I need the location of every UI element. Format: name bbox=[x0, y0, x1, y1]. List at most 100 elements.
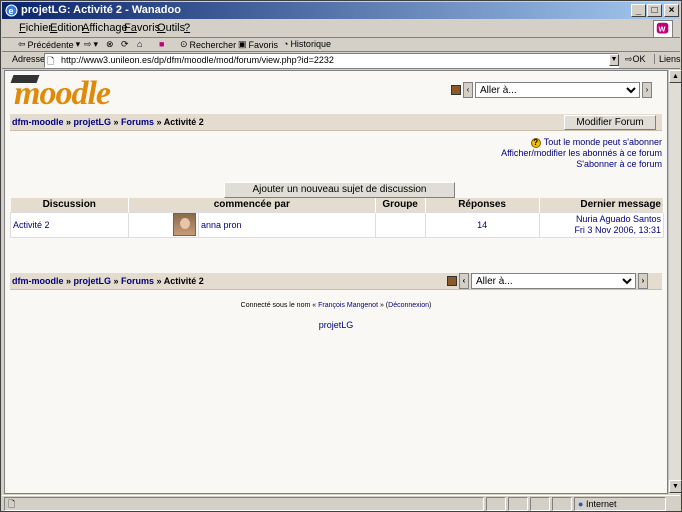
history-icon: ◔ bbox=[283, 39, 289, 49]
go-button[interactable]: ⇨OK bbox=[625, 54, 646, 65]
globe-icon: ● bbox=[578, 499, 584, 509]
menu-edition[interactable]: Edition bbox=[50, 22, 84, 34]
window-title: projetLG: Activité 2 - Wanadoo bbox=[21, 4, 181, 16]
last-post-author-link[interactable]: Nuria Aguado Santos bbox=[576, 214, 661, 224]
jump-select-bottom[interactable]: Aller à... bbox=[471, 273, 636, 289]
favorites-button[interactable]: ▣ Favoris bbox=[238, 39, 278, 50]
next-arrow-icon[interactable]: › bbox=[642, 82, 652, 98]
stop-button[interactable]: ⊗ bbox=[106, 39, 114, 50]
col-started-by[interactable]: commencée par bbox=[128, 198, 376, 212]
jump-select-top[interactable]: Aller à... bbox=[475, 82, 640, 98]
jump-menu-bottom: ‹ Aller à... › bbox=[447, 273, 648, 289]
breadcrumb-current: Activité 2 bbox=[163, 117, 204, 127]
course-home-link[interactable]: projetLG bbox=[5, 320, 667, 330]
breadcrumb-bottom: dfm-moodle » projetLG » Forums » Activit… bbox=[10, 273, 662, 290]
breadcrumb-course[interactable]: projetLG bbox=[74, 276, 112, 286]
moodle-logo[interactable]: moodle bbox=[14, 77, 111, 111]
status-cell bbox=[530, 497, 550, 511]
breadcrumb-course[interactable]: projetLG bbox=[74, 117, 112, 127]
wanadoo-button[interactable]: ■ bbox=[159, 39, 164, 49]
replies-link[interactable]: 14 bbox=[424, 211, 540, 238]
discussion-table: Discussion commencée par Groupe Réponses… bbox=[10, 198, 665, 238]
close-button[interactable]: × bbox=[664, 4, 679, 17]
prev-arrow-icon[interactable]: ‹ bbox=[463, 82, 473, 98]
breadcrumb-current: Activité 2 bbox=[163, 276, 204, 286]
author-link[interactable]: anna pron bbox=[198, 211, 376, 238]
page-icon: 🗋 bbox=[8, 499, 16, 509]
forward-button[interactable]: ⇨ ▾ bbox=[84, 39, 98, 50]
status-cell bbox=[508, 497, 528, 511]
status-cell bbox=[486, 497, 506, 511]
links-button[interactable]: Liens bbox=[654, 54, 681, 64]
maximize-button[interactable]: □ bbox=[647, 4, 662, 17]
next-arrow-icon[interactable]: › bbox=[638, 273, 648, 289]
back-arrow-icon: ⇦ bbox=[18, 39, 26, 49]
svg-text:e: e bbox=[9, 6, 14, 16]
menu-bar: Fichier Edition Affichage Favoris Outils… bbox=[2, 20, 680, 38]
col-last-post[interactable]: Dernier message bbox=[539, 198, 665, 212]
vertical-scrollbar[interactable]: ▲ ▼ bbox=[668, 70, 682, 494]
menu-favoris[interactable]: Favoris bbox=[124, 22, 160, 34]
menu-fichier[interactable]: Fichier bbox=[19, 22, 52, 34]
address-label: Adresse bbox=[12, 54, 46, 64]
col-replies[interactable]: Réponses bbox=[425, 198, 540, 212]
group-cell bbox=[374, 211, 426, 238]
scroll-up-icon[interactable]: ▲ bbox=[669, 70, 682, 83]
login-info: Connecté sous le nom « François Mangenot… bbox=[240, 302, 432, 309]
search-button[interactable]: ⊙ Rechercher bbox=[180, 39, 236, 50]
home-icon: ⌂ bbox=[137, 39, 143, 49]
refresh-button[interactable]: ⟳ bbox=[121, 39, 129, 50]
show-subscribers-link[interactable]: Afficher/modifier les abonnés à ce forum bbox=[501, 148, 662, 158]
everyone-can-subscribe-link[interactable]: Tout le monde peut s'abonner bbox=[544, 137, 662, 147]
history-button[interactable]: ◔ Historique bbox=[283, 39, 331, 49]
table-header-row: Discussion commencée par Groupe Réponses… bbox=[10, 198, 665, 212]
col-discussion[interactable]: Discussion bbox=[10, 198, 129, 212]
stop-icon: ⊗ bbox=[106, 39, 114, 49]
subscribe-link[interactable]: S'abonner à ce forum bbox=[576, 159, 662, 169]
address-input[interactable]: 🗋 http://www3.unileon.es/dp/dfm/moodle/m… bbox=[44, 53, 619, 68]
avatar[interactable] bbox=[173, 213, 196, 236]
last-post-date-link[interactable]: Fri 3 Nov 2006, 13:31 bbox=[574, 225, 661, 235]
help-icon[interactable]: ? bbox=[530, 137, 541, 148]
chevron-down-icon: ▾ bbox=[75, 39, 81, 49]
back-button[interactable]: ⇦ Précédente ▾ bbox=[18, 39, 80, 50]
menu-help[interactable]: ? bbox=[184, 22, 190, 34]
user-profile-link[interactable]: François Mangenot bbox=[318, 302, 378, 309]
breadcrumb-site[interactable]: dfm-moodle bbox=[12, 276, 64, 286]
chevron-down-icon: ▼ bbox=[610, 56, 618, 63]
favorites-icon: ▣ bbox=[238, 39, 247, 49]
breadcrumb-forums[interactable]: Forums bbox=[121, 117, 154, 127]
browser-window: e projetLG: Activité 2 - Wanadoo _ □ × F… bbox=[0, 0, 682, 512]
status-text: 🗋 bbox=[4, 497, 484, 511]
page-header: moodle ‹ Aller à... › bbox=[10, 75, 662, 111]
activity-icon bbox=[447, 276, 457, 286]
forward-arrow-icon: ⇨ bbox=[84, 39, 92, 49]
breadcrumb-forums[interactable]: Forums bbox=[121, 276, 154, 286]
home-button[interactable]: ⌂ bbox=[137, 39, 142, 49]
wanadoo-icon: ■ bbox=[159, 39, 165, 49]
prev-arrow-icon[interactable]: ‹ bbox=[459, 273, 469, 289]
search-icon: ⊙ bbox=[180, 39, 188, 49]
toolbar: ⇦ Précédente ▾ ⇨ ▾ ⊗ ⟳ ⌂ ■ ⊙ Rechercher ▣ Fav… bbox=[2, 38, 680, 52]
menu-outils[interactable]: Outils bbox=[157, 22, 185, 34]
add-discussion-button[interactable]: Ajouter un nouveau sujet de discussion bbox=[224, 182, 455, 198]
logout-link[interactable]: Déconnexion bbox=[388, 302, 429, 309]
avatar-cell bbox=[128, 211, 199, 238]
go-arrow-icon: ⇨ bbox=[625, 54, 633, 64]
title-bar: e projetLG: Activité 2 - Wanadoo _ □ × bbox=[2, 2, 680, 19]
status-cell bbox=[552, 497, 572, 511]
col-group[interactable]: Groupe bbox=[375, 198, 426, 212]
minimize-button[interactable]: _ bbox=[631, 4, 646, 17]
zone-indicator: ● Internet bbox=[574, 497, 666, 511]
scroll-down-icon[interactable]: ▼ bbox=[669, 480, 682, 493]
breadcrumb-site[interactable]: dfm-moodle bbox=[12, 117, 64, 127]
discussion-link[interactable]: Activité 2 bbox=[10, 211, 129, 238]
table-row: Activité 2 anna pron 14 Nuria Aguado San… bbox=[10, 211, 665, 238]
address-bar: Adresse 🗋 http://www3.unileon.es/dp/dfm/… bbox=[2, 52, 681, 69]
svg-text:w: w bbox=[658, 24, 666, 34]
edit-forum-button[interactable]: Modifier Forum bbox=[564, 115, 656, 130]
last-post-cell: Nuria Aguado Santos Fri 3 Nov 2006, 13:3… bbox=[538, 211, 665, 238]
page-viewport: moodle ‹ Aller à... › dfm-moodle » proje… bbox=[4, 70, 668, 494]
menu-affichage[interactable]: Affichage bbox=[82, 22, 128, 34]
address-dropdown-button[interactable]: ▼ bbox=[609, 54, 619, 66]
